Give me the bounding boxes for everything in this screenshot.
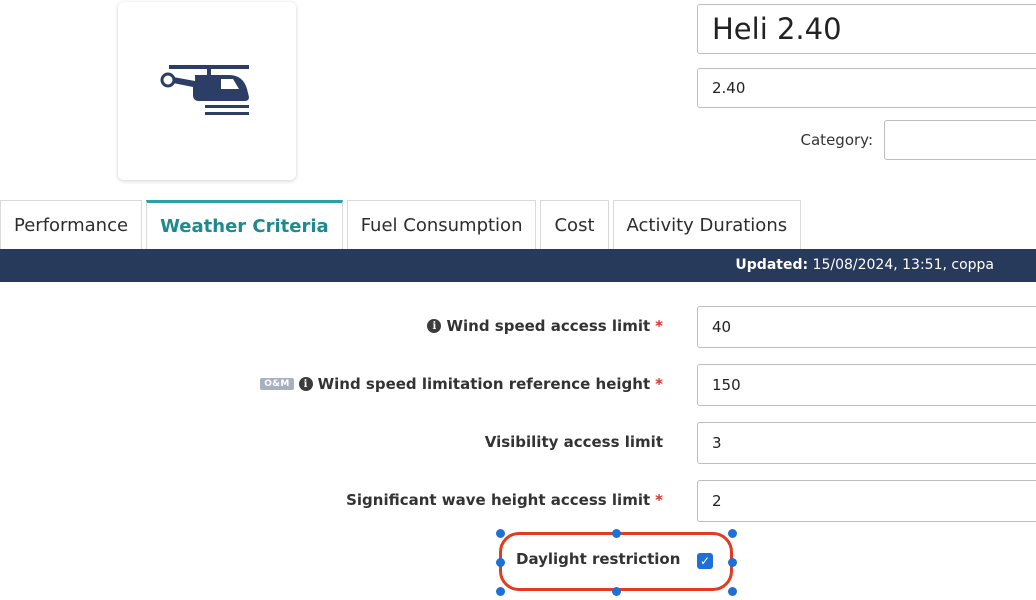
oam-badge: O&M <box>260 378 294 390</box>
updated-status: Updated: 15/08/2024, 13:51, coppa <box>735 257 994 273</box>
required-marker: * <box>655 491 663 509</box>
visibility-access-row: Visibility access limit <box>0 422 1036 464</box>
category-select[interactable] <box>884 120 1036 160</box>
selection-handle[interactable] <box>495 586 505 596</box>
status-bar: Updated: 15/08/2024, 13:51, coppa <box>0 249 1036 282</box>
wind-speed-access-text: Wind speed access limit <box>446 317 651 335</box>
selection-handle[interactable] <box>727 528 737 538</box>
wind-speed-access-row: i Wind speed access limit * <box>0 306 1036 348</box>
selection-handle[interactable] <box>611 586 621 596</box>
wind-speed-ref-height-input[interactable] <box>697 364 1036 406</box>
tab-fuel-consumption[interactable]: Fuel Consumption <box>346 200 537 249</box>
wind-speed-access-input[interactable] <box>697 306 1036 348</box>
helicopter-icon <box>160 65 249 115</box>
wave-height-access-row: Significant wave height access limit * <box>0 480 1036 522</box>
selection-handle[interactable] <box>611 528 621 538</box>
wave-height-access-label: Significant wave height access limit * <box>346 491 663 509</box>
vessel-name-input[interactable] <box>697 4 1036 54</box>
vessel-code-input[interactable] <box>697 68 1036 108</box>
annotation-highlight <box>499 532 733 591</box>
visibility-access-text: Visibility access limit <box>484 433 663 451</box>
info-icon[interactable]: i <box>298 377 313 391</box>
wave-height-access-text: Significant wave height access limit <box>346 491 651 509</box>
required-marker: * <box>655 317 663 335</box>
selection-handle[interactable] <box>727 586 737 596</box>
required-marker: * <box>655 375 663 393</box>
visibility-access-label: Visibility access limit <box>485 433 663 451</box>
visibility-access-input[interactable] <box>697 422 1036 464</box>
tab-performance[interactable]: Performance <box>0 200 143 249</box>
selection-handle[interactable] <box>727 557 737 567</box>
tab-bar: Performance Weather Criteria Fuel Consum… <box>0 200 805 249</box>
wind-speed-ref-height-label: O&M i Wind speed limitation reference he… <box>260 375 663 393</box>
wind-speed-access-label: i Wind speed access limit * <box>427 317 663 335</box>
wind-speed-ref-height-text: Wind speed limitation reference height <box>317 375 651 393</box>
wind-speed-ref-height-row: O&M i Wind speed limitation reference he… <box>0 364 1036 406</box>
selection-handle[interactable] <box>495 557 505 567</box>
tab-activity-durations[interactable]: Activity Durations <box>612 200 802 249</box>
tab-weather-criteria[interactable]: Weather Criteria <box>146 200 343 249</box>
updated-label: Updated: <box>735 257 809 273</box>
info-icon[interactable]: i <box>427 319 442 333</box>
selection-handle[interactable] <box>495 528 505 538</box>
tab-cost[interactable]: Cost <box>540 200 609 249</box>
vessel-image[interactable] <box>118 2 296 180</box>
wave-height-access-input[interactable] <box>697 480 1036 522</box>
category-label: Category: <box>800 131 873 149</box>
updated-value: 15/08/2024, 13:51, coppa <box>812 257 994 273</box>
